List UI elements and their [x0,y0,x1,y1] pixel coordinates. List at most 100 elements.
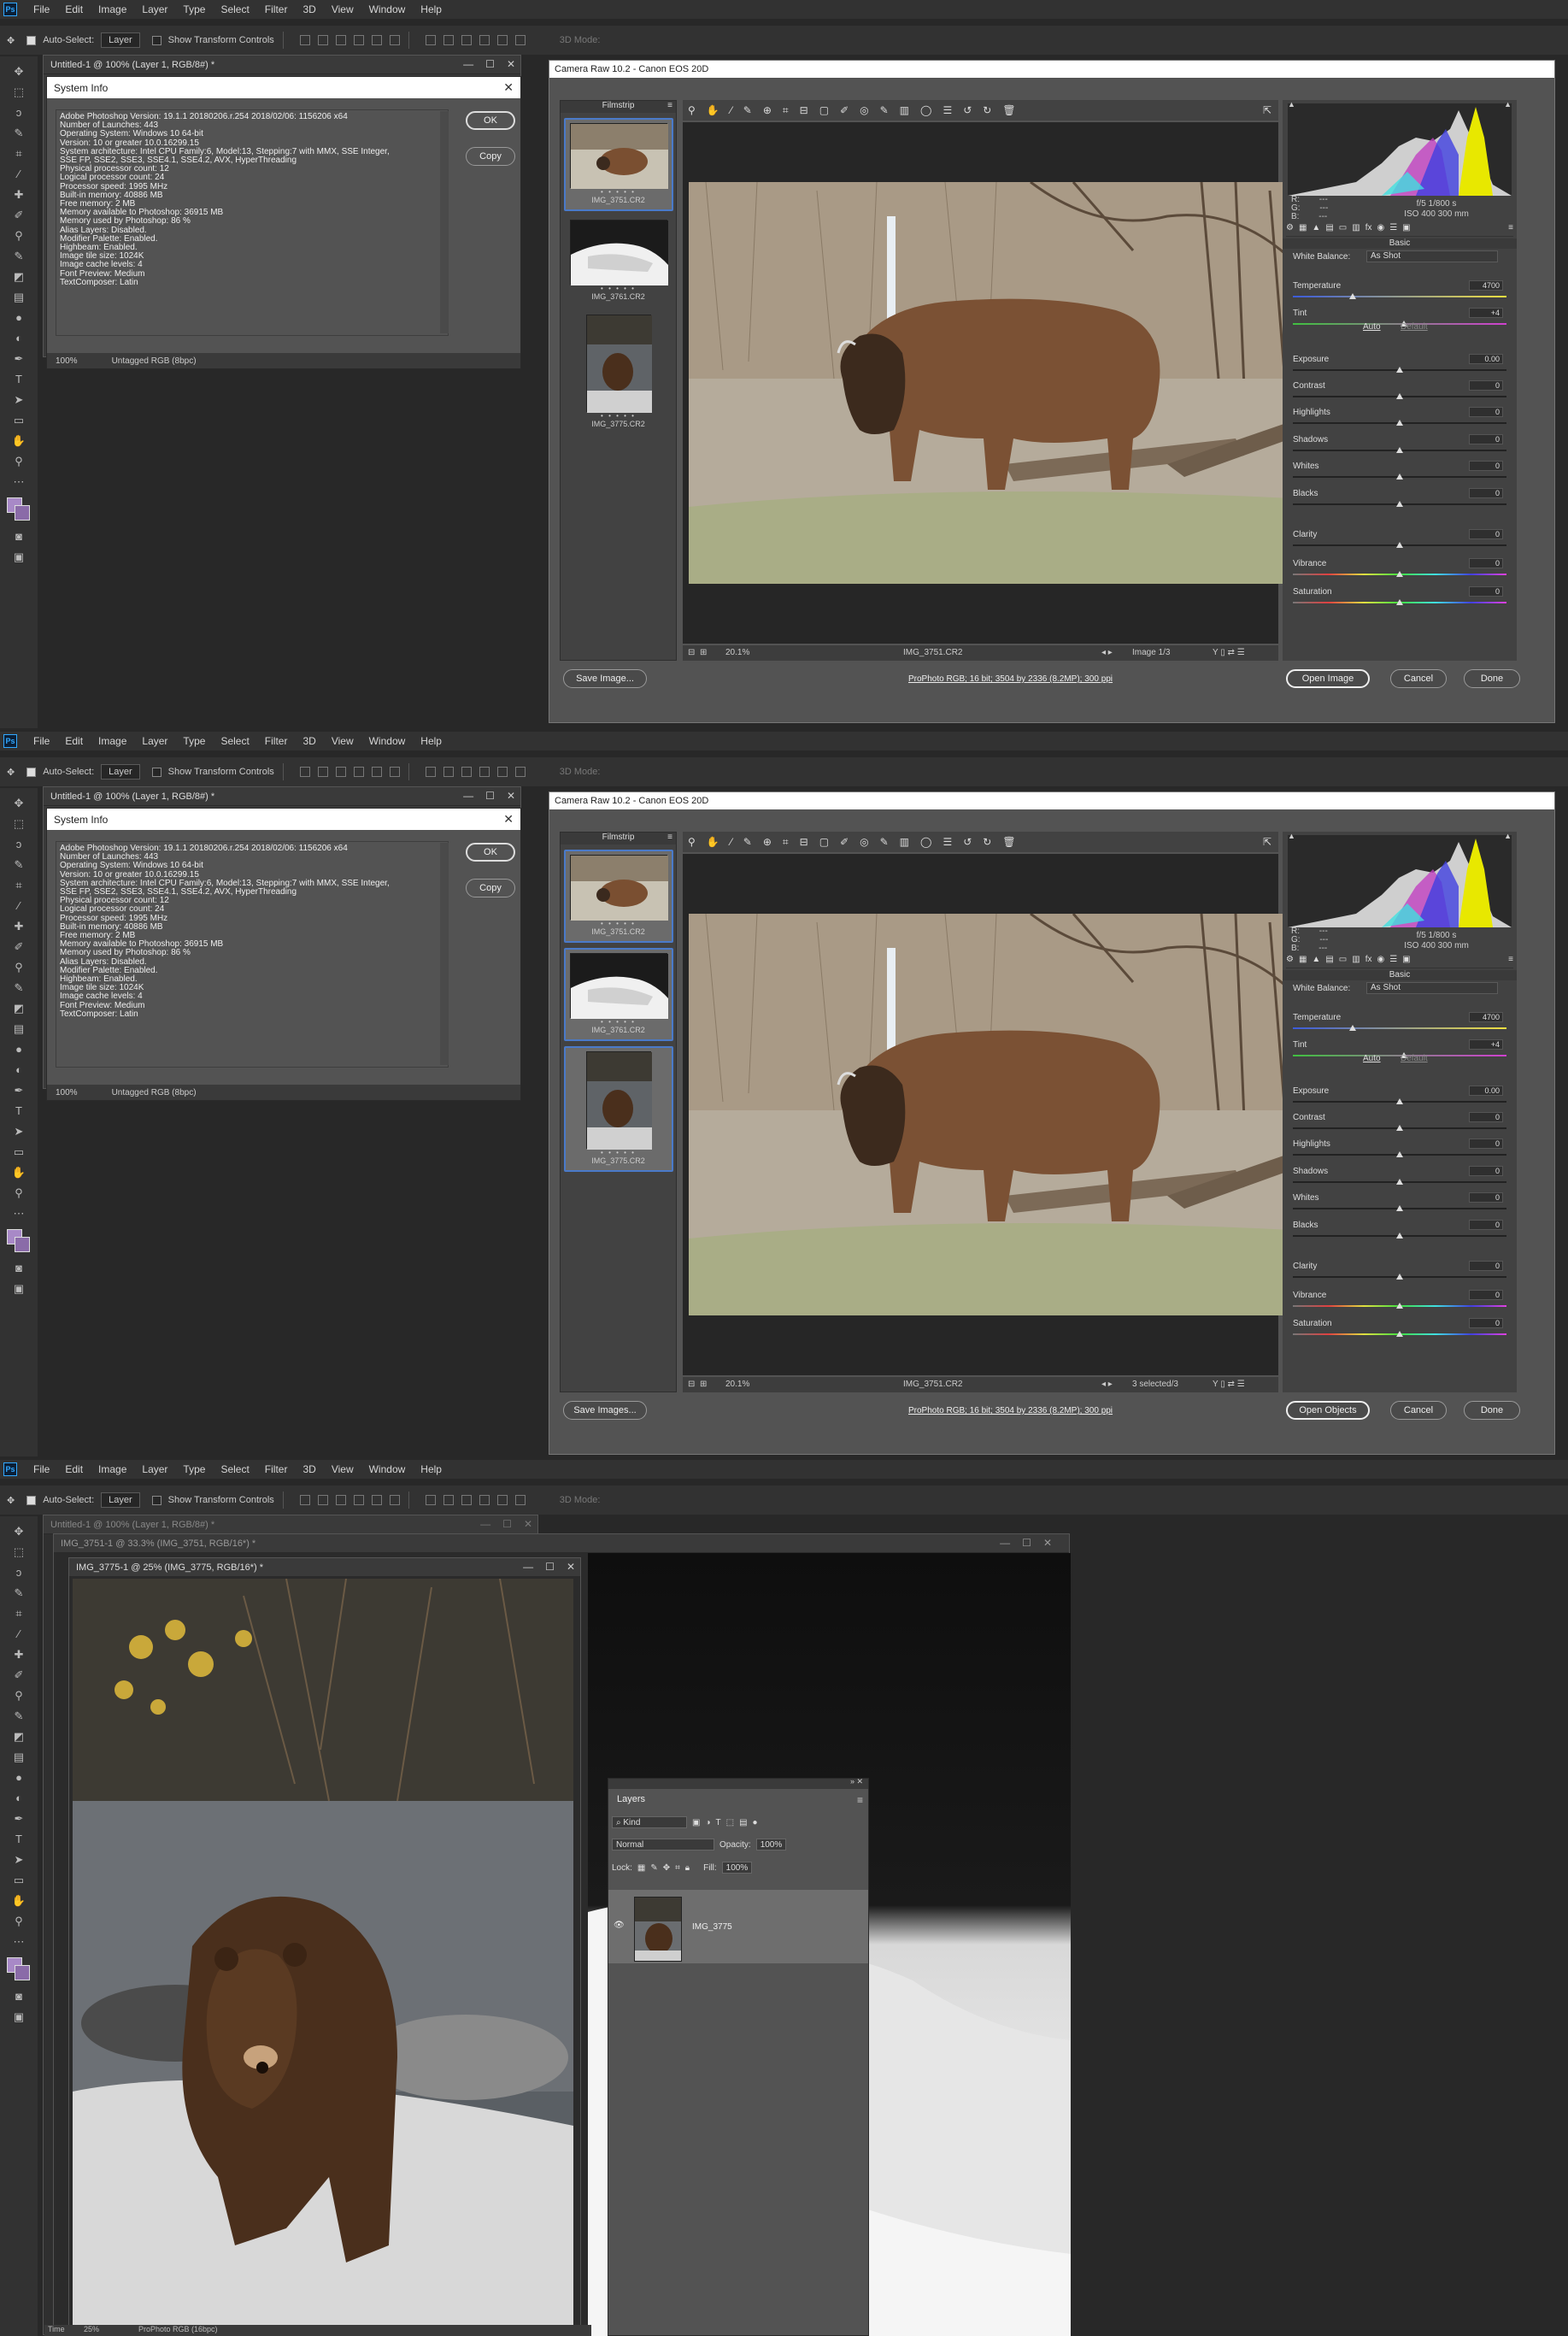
menu-file[interactable]: File [26,3,57,15]
filter-adjust-icon[interactable]: ◑ [705,1818,710,1827]
auto-select-dropdown[interactable]: Layer [101,1492,140,1508]
image-canvas-grizzly[interactable] [73,1579,573,2336]
slider-thumb[interactable] [1349,293,1356,299]
scrollbar[interactable] [440,111,449,333]
white-balance-dropdown[interactable]: As Shot [1366,982,1498,994]
auto-button[interactable]: Auto [1363,322,1381,332]
done-button[interactable]: Done [1464,1401,1520,1420]
slider-thumb[interactable] [1396,474,1403,480]
graduated-filter-icon[interactable]: ▥ [900,836,909,848]
align-icon[interactable] [299,767,310,777]
white-balance-tool-icon[interactable]: ⁄ [731,104,732,116]
menu-image[interactable]: Image [91,1463,134,1475]
panel-menu-icon[interactable]: ≡ [857,1794,863,1806]
menu-edit[interactable]: Edit [57,735,91,747]
slider-blacks[interactable]: Blacks 0 [1293,488,1506,515]
distribute-icon[interactable] [514,1495,526,1505]
menu-filter[interactable]: Filter [257,735,296,747]
distribute-icon[interactable] [479,1495,490,1505]
lock-move-icon[interactable]: ✥ [663,1863,670,1873]
preview-area[interactable] [683,854,1291,1375]
slider-clarity[interactable]: Clarity 0 [1293,1261,1506,1287]
zoom-tool-icon[interactable]: ⚲ [688,836,696,848]
color-swatches[interactable] [7,1957,31,1981]
filter-type-icon[interactable]: T [716,1818,721,1827]
color-sampler-icon[interactable]: ✎ [743,836,752,848]
copy-button[interactable]: Copy [466,879,515,897]
pen-tool-icon[interactable]: ✒ [11,1811,26,1827]
shadow-clipping-icon[interactable]: ▲ [1288,832,1295,840]
rotate-cw-icon[interactable]: ↻ [983,836,991,848]
show-transform-checkbox[interactable] [151,767,161,777]
slider-value-field[interactable]: 0 [1469,1166,1503,1176]
align-icon[interactable] [389,1495,400,1505]
align-icon[interactable] [317,767,328,777]
lens-tab-icon[interactable]: ▥ [1352,223,1360,236]
slider-value-field[interactable]: 0 [1469,1112,1503,1122]
white-balance-tool-icon[interactable]: ⁄ [731,836,732,848]
rotate-ccw-icon[interactable]: ↺ [963,836,972,848]
slider-thumb[interactable] [1396,1151,1403,1157]
preferences-icon[interactable]: ☰ [943,104,952,116]
menu-3d[interactable]: 3D [295,1463,323,1475]
align-icon[interactable] [335,35,346,45]
slider-exposure[interactable]: Exposure 0.00 [1293,354,1506,380]
move-tool-icon[interactable]: ✥ [11,64,26,79]
slider-thumb[interactable] [1396,447,1403,453]
history-brush-tool-icon[interactable]: ✎ [11,1709,26,1724]
shape-tool-icon[interactable]: ▭ [11,413,26,428]
detail-tab-icon[interactable]: ▲ [1312,955,1320,968]
slider-value-field[interactable]: 0 [1469,1220,1503,1230]
visibility-eye-icon[interactable]: 👁︎ [614,1921,625,1930]
zoom-tool-icon[interactable]: ⚲ [11,1914,26,1929]
slider-whites[interactable]: Whites 0 [1293,1192,1506,1219]
lock-paint-icon[interactable]: ✎ [650,1863,657,1873]
type-tool-icon[interactable]: T [11,1103,26,1119]
snapshots-tab-icon[interactable]: ▣ [1402,955,1410,968]
filmstrip-menu-icon[interactable]: ≡ [667,101,672,110]
slider-thumb[interactable] [1396,1205,1403,1211]
filter-pixel-icon[interactable]: ▣ [692,1818,700,1827]
pen-tool-icon[interactable]: ✒ [11,351,26,367]
zoom-out-icon[interactable]: ⊟ [688,1380,695,1389]
slider-whites[interactable]: Whites 0 [1293,461,1506,487]
slider-thumb[interactable] [1396,1331,1403,1337]
camera-calibration-tab-icon[interactable]: ◉ [1377,223,1384,236]
auto-select-checkbox[interactable] [26,35,37,45]
slider-thumb[interactable] [1396,571,1403,577]
trash-icon[interactable]: 🗑︎ [1002,836,1015,848]
kind-filter-dropdown[interactable]: ⌕ Kind [612,1816,687,1828]
hsl-tab-icon[interactable]: ▤ [1325,955,1333,968]
slider-contrast[interactable]: Contrast 0 [1293,1112,1506,1139]
more-tools-icon[interactable]: ⋯ [11,1206,26,1221]
distribute-icon[interactable] [514,767,526,777]
basic-tab-icon[interactable]: ⚙ [1286,223,1294,236]
filter-toggle-icon[interactable]: ● [753,1818,758,1827]
eraser-tool-icon[interactable]: ◩ [11,1001,26,1016]
slider-value-field[interactable]: 0 [1469,1192,1503,1203]
slider-value-field[interactable]: 0 [1469,380,1503,391]
align-icon[interactable] [389,767,400,777]
slider-value-field[interactable]: 0 [1469,461,1503,471]
align-icon[interactable] [299,35,310,45]
split-toning-tab-icon[interactable]: ▭ [1339,223,1347,236]
slider-contrast[interactable]: Contrast 0 [1293,380,1506,407]
transform-tool-icon[interactable]: ▢ [819,836,829,848]
menu-file[interactable]: File [26,735,57,747]
adjustment-brush-icon[interactable]: ✎ [880,836,889,848]
maximize-icon[interactable]: ☐ [485,58,495,70]
screen-mode-icon[interactable]: ▣ [11,550,26,565]
before-after-icon[interactable]: Y ▯ ⇄ ☰ [1213,1380,1245,1389]
filmstrip-thumb[interactable]: • • • • • IMG_3761.CR2 [564,216,673,306]
target-adjust-icon[interactable]: ⊕ [763,836,772,848]
menu-view[interactable]: View [324,735,361,747]
highlight-clipping-icon[interactable]: ▲ [1504,100,1512,109]
dodge-tool-icon[interactable]: ◐ [11,1062,26,1078]
move-tool-icon[interactable]: ✥ [7,1495,15,1506]
eraser-tool-icon[interactable]: ◩ [11,269,26,285]
gradient-tool-icon[interactable]: ▤ [11,1021,26,1037]
marquee-tool-icon[interactable]: ⬚ [11,816,26,832]
adjustment-brush-icon[interactable]: ✎ [880,104,889,116]
menu-help[interactable]: Help [413,735,449,747]
quick-mask-icon[interactable]: ◙ [11,1989,26,2004]
